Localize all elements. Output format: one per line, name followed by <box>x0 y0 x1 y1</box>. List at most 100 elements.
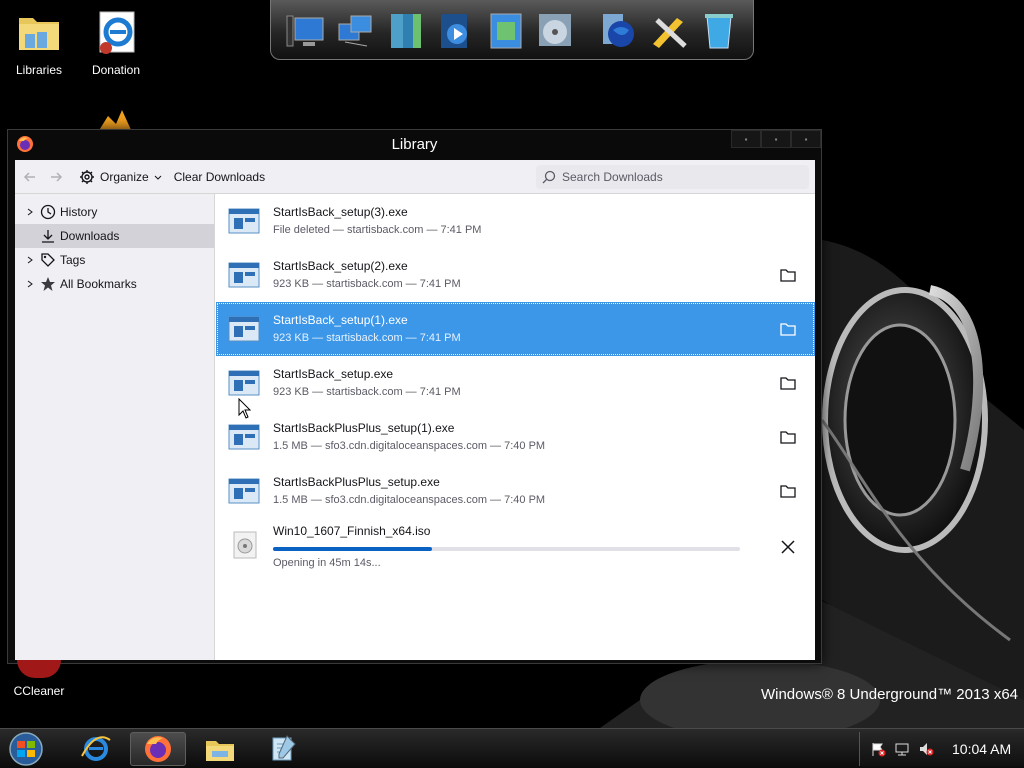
sidebar-item-label: All Bookmarks <box>60 277 137 291</box>
window-controls: ▪ ▪ ▪ <box>731 130 821 148</box>
download-filename: StartIsBack_setup(2).exe <box>273 259 408 273</box>
download-filename: StartIsBackPlusPlus_setup(1).exe <box>273 421 455 435</box>
media-player-icon <box>441 13 467 48</box>
download-row[interactable]: StartIsBack_setup.exe 923 KB — startisba… <box>216 356 815 410</box>
tools-icon <box>653 17 687 48</box>
donation-desktop-icon[interactable]: Donation <box>81 8 151 77</box>
back-button[interactable] <box>19 166 41 188</box>
downloads-list: StartIsBack_setup(3).exe File deleted — … <box>216 194 815 660</box>
exe-file-icon <box>228 316 260 342</box>
folder-icon[interactable] <box>779 482 797 500</box>
gear-icon <box>80 169 94 184</box>
taskbar-clock[interactable]: 10:04 AM <box>952 741 1011 757</box>
clear-downloads-button[interactable]: Clear Downloads <box>168 165 271 189</box>
download-row[interactable]: StartIsBack_setup(3).exe File deleted — … <box>216 194 815 248</box>
close-button[interactable]: ▪ <box>791 130 821 148</box>
expand-twisty-icon[interactable] <box>23 277 37 291</box>
download-row-in-progress[interactable]: Win10_1607_Finnish_x64.iso Opening in 45… <box>216 518 815 572</box>
exe-file-icon <box>228 208 260 234</box>
folder-icon[interactable] <box>779 266 797 284</box>
expand-twisty-icon[interactable] <box>23 205 37 219</box>
library-window: Library ▪ ▪ ▪ Organize Clear Downloads S… <box>7 129 822 664</box>
taskbar-internet-explorer[interactable] <box>68 732 124 766</box>
start-button[interactable] <box>4 731 48 767</box>
download-status: File deleted — startisback.com — 7:41 PM <box>273 224 482 236</box>
desktop: Libraries Donation Library ▪ ▪ ▪ Organiz… <box>0 0 1024 768</box>
computer-dock-item[interactable] <box>283 6 327 54</box>
sidebar-item-history[interactable]: History <box>15 200 214 224</box>
sidebar-item-label: Downloads <box>60 229 120 243</box>
volume-muted-icon[interactable] <box>918 741 934 757</box>
disc-dock-item[interactable] <box>533 6 577 54</box>
download-row[interactable]: StartIsBackPlusPlus_setup(1).exe 1.5 MB … <box>216 398 815 464</box>
download-filename: StartIsBack_setup(3).exe <box>273 205 408 219</box>
system-tray: 10:04 AM <box>859 732 1024 766</box>
libraries-label: Libraries <box>15 63 63 77</box>
os-brand-watermark: Windows® 8 Underground™ 2013 x64 <box>760 686 1018 703</box>
download-row-selected[interactable]: StartIsBack_setup(1).exe 923 KB — starti… <box>216 302 815 356</box>
download-filename: Win10_1607_Finnish_x64.iso <box>273 524 431 538</box>
documents-icon <box>391 13 421 48</box>
forward-button[interactable] <box>45 166 67 188</box>
libraries-desktop-icon[interactable]: Libraries <box>4 8 74 77</box>
sidebar-item-downloads[interactable]: Downloads <box>15 224 214 248</box>
network-dock-item[interactable] <box>333 6 377 54</box>
library-content: Organize Clear Downloads Search Download… <box>15 160 815 660</box>
download-status: Opening in 45m 14s... <box>273 557 381 569</box>
download-status: 1.5 MB — sfo3.cdn.digitaloceanspaces.com… <box>273 440 546 452</box>
sidebar-item-label: History <box>60 205 98 219</box>
download-filename: StartIsBack_setup(1).exe <box>273 313 408 327</box>
ccleaner-desktop-icon[interactable]: CCleaner <box>4 660 74 698</box>
download-status: 923 KB — startisback.com — 7:41 PM <box>273 386 461 398</box>
action-center-flag-icon[interactable] <box>870 741 886 757</box>
folder-icon[interactable] <box>779 320 797 338</box>
search-icon <box>542 170 556 184</box>
places-sidebar: History Downloads Tags All Bookmarks <box>15 194 215 660</box>
maximize-button[interactable]: ▪ <box>761 130 791 148</box>
download-row[interactable]: StartIsBackPlusPlus_setup.exe 1.5 MB — s… <box>216 464 815 518</box>
taskbar: 10:04 AM <box>0 728 1024 768</box>
folder-icon <box>206 741 234 761</box>
control-panel-dock-item[interactable] <box>483 6 527 54</box>
libraries-folder-icon <box>19 18 59 50</box>
media-player-dock-item[interactable] <box>433 6 477 54</box>
ccleaner-label: CCleaner <box>13 684 65 698</box>
folder-icon[interactable] <box>779 428 797 446</box>
sidebar-item-label: Tags <box>60 253 86 267</box>
download-progress-bar <box>273 547 740 551</box>
clear-downloads-label: Clear Downloads <box>173 169 266 184</box>
notepad-icon <box>272 735 296 761</box>
minimize-button[interactable]: ▪ <box>731 130 761 148</box>
exe-file-icon <box>228 262 260 288</box>
sidebar-item-tags[interactable]: Tags <box>15 248 214 272</box>
taskbar-notepad[interactable] <box>254 732 310 766</box>
sidebar-item-all-bookmarks[interactable]: All Bookmarks <box>15 272 214 296</box>
chevron-down-icon <box>154 175 162 180</box>
network-icon[interactable] <box>894 741 910 757</box>
search-placeholder: Search Downloads <box>562 170 663 184</box>
globe-icon <box>603 13 634 47</box>
exe-file-icon <box>228 424 260 450</box>
organize-button[interactable]: Organize <box>73 165 168 189</box>
download-status: 923 KB — startisback.com — 7:41 PM <box>273 278 461 290</box>
download-filename: StartIsBack_setup.exe <box>273 367 394 381</box>
exe-file-icon <box>228 478 260 504</box>
documents-dock-item[interactable] <box>383 6 427 54</box>
cancel-download-icon[interactable] <box>779 538 797 556</box>
recycle-bin-dock-item[interactable] <box>697 6 741 54</box>
folder-icon[interactable] <box>779 374 797 392</box>
search-downloads-input[interactable]: Search Downloads <box>536 165 809 189</box>
star-icon <box>39 275 57 293</box>
title-bar[interactable]: Library ▪ ▪ ▪ <box>8 130 821 160</box>
download-filename: StartIsBackPlusPlus_setup.exe <box>273 475 440 489</box>
computer-icon <box>286 15 324 46</box>
taskbar-firefox[interactable] <box>130 732 186 766</box>
ccleaner-icon <box>17 660 61 678</box>
taskbar-file-explorer[interactable] <box>192 732 248 766</box>
expand-twisty-icon[interactable] <box>23 253 37 267</box>
tools-dock-item[interactable] <box>647 6 691 54</box>
globe-dock-item[interactable] <box>597 6 641 54</box>
download-icon <box>39 227 57 245</box>
download-row[interactable]: StartIsBack_setup(2).exe 923 KB — starti… <box>216 248 815 302</box>
